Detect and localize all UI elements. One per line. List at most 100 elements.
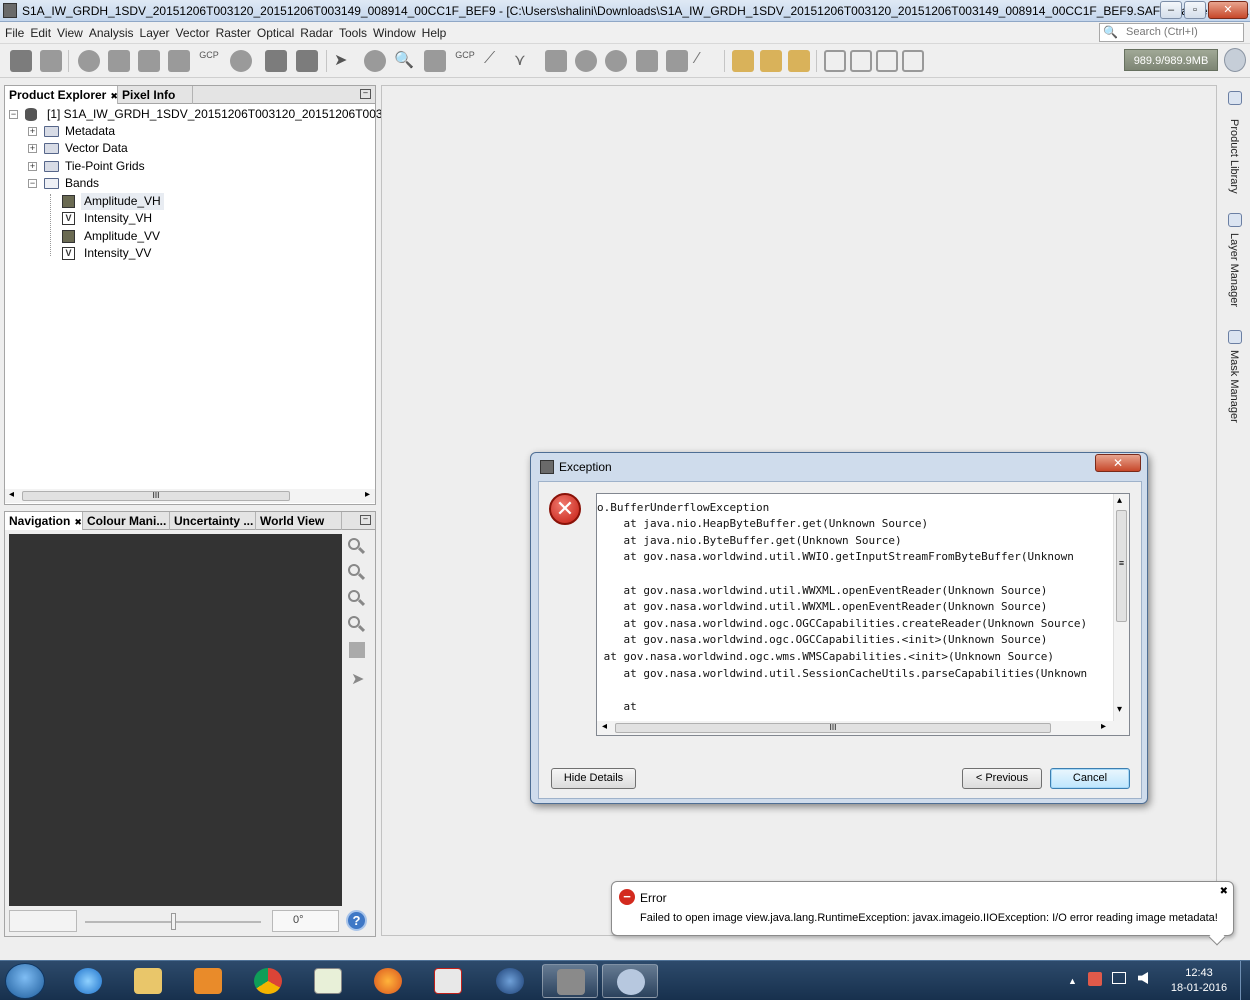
globe-icon[interactable] [1224,48,1246,72]
menu-file[interactable]: File [2,22,27,40]
tab-product-explorer[interactable]: Product Explorer ✖ [5,86,118,104]
pin-manager-icon[interactable] [168,50,190,72]
save-product-icon[interactable] [40,50,62,72]
close-tab-icon[interactable]: ✖ [74,517,82,527]
menu-layer[interactable]: Layer [137,22,173,40]
scroll-up-icon[interactable]: ▴ [1117,495,1122,506]
close-window-button[interactable]: ✕ [1208,1,1248,19]
rotation-input[interactable]: 0° [272,910,339,932]
zoom-out-icon[interactable] [347,563,367,583]
sync-cursor-nav-icon[interactable]: ➤ [351,669,371,689]
tree-item-vector-data[interactable]: Vector Data [65,140,128,157]
vertical-scroll-thumb[interactable]: ≡ [1116,510,1127,622]
taskbar-adobe-reader[interactable] [420,964,476,998]
taskbar-paint[interactable] [602,964,658,998]
tree-item-amplitude-vv[interactable]: Amplitude_VV [84,228,160,245]
rectangle-draw-icon[interactable] [545,50,567,72]
zoom-tool-icon[interactable]: 🔍 [394,50,416,72]
horizontal-scroll-thumb[interactable]: III [615,723,1051,733]
menu-optical[interactable]: Optical [254,22,297,40]
grid-icon[interactable] [138,50,160,72]
zoom-slider-thumb[interactable] [171,913,176,930]
taskbar-google-earth[interactable] [482,964,538,998]
world-map-icon[interactable] [230,50,252,72]
menu-analysis[interactable]: Analysis [86,22,137,40]
scroll-thumb[interactable]: III [22,491,290,501]
show-desktop-button[interactable] [1240,961,1250,1000]
memory-indicator[interactable]: 989.9/989.9MB [1124,49,1218,71]
hide-details-button[interactable]: Hide Details [551,768,636,789]
show-hidden-icons-icon[interactable]: ▲ [1068,976,1077,986]
start-button[interactable] [5,963,45,999]
menu-view[interactable]: View [54,22,86,40]
sync-cursor-all-icon[interactable] [788,50,810,72]
pin-placing-icon[interactable] [424,50,446,72]
expand-vector-data-icon[interactable]: + [28,144,37,153]
select-tool-icon[interactable]: ➤ [334,50,356,72]
tree-item-bands[interactable]: Bands [65,175,99,192]
menu-raster[interactable]: Raster [213,22,254,40]
no-data-icon[interactable] [78,50,100,72]
collapse-bands-icon[interactable]: − [28,179,37,188]
sidebar-tab-mask-manager[interactable]: Mask Manager [1220,330,1250,440]
maximize-button[interactable]: ▫ [1184,1,1206,19]
pan-tool-icon[interactable] [364,50,386,72]
menu-window[interactable]: Window [370,22,419,40]
dialog-close-button[interactable]: ✕ [1095,454,1141,472]
horizontal-scrollbar[interactable]: ◂ III ▸ [5,489,375,503]
taskbar-internet-explorer[interactable] [60,964,116,998]
batch-processing-icon[interactable] [296,50,318,72]
wand-tool-icon[interactable]: ⁄ [696,50,718,72]
band-maths-icon[interactable] [108,50,130,72]
taskbar-task-manager[interactable] [300,964,356,998]
menu-help[interactable]: Help [419,22,450,40]
search-input[interactable]: Search (Ctrl+I) [1099,23,1244,42]
line-draw-icon[interactable]: ⟋ [484,50,506,72]
gcp-manager-icon[interactable]: GCP [198,50,220,72]
tree-item-tie-point-grids[interactable]: Tie-Point Grids [65,158,145,175]
tile-horizontal-icon[interactable] [850,50,872,72]
stack-vertical-scrollbar[interactable]: ▴ ≡ ▾ [1113,494,1129,721]
tree-item-amplitude-vh[interactable]: Amplitude_VH [81,193,164,210]
ellipse-draw-icon[interactable] [605,50,627,72]
taskbar-chrome[interactable] [240,964,296,998]
network-icon[interactable] [1112,972,1126,984]
cancel-button[interactable]: Cancel [1050,768,1130,789]
taskbar-file-explorer[interactable] [120,964,176,998]
menu-radar[interactable]: Radar [297,22,336,40]
sync-views-nav-icon[interactable] [349,642,365,658]
menu-edit[interactable]: Edit [27,22,54,40]
tree-item-product[interactable]: [1] S1A_IW_GRDH_1SDV_20151206T003120_201… [47,106,429,123]
polyline-draw-icon[interactable]: ⋎ [514,50,536,72]
help-icon[interactable]: ? [346,910,367,931]
tab-uncertainty[interactable]: Uncertainty ... [170,512,256,530]
tree-item-intensity-vv[interactable]: Intensity_VV [84,245,151,262]
notification-close-icon[interactable]: ✖ [1220,886,1228,897]
sidebar-tab-product-library[interactable]: Product Library [1220,91,1250,206]
taskbar-snap[interactable] [542,964,598,998]
scroll-left-icon[interactable]: ◂ [602,721,607,732]
tile-evenly-icon[interactable] [824,50,846,72]
graph-builder-icon[interactable] [265,50,287,72]
magic-wand-icon[interactable] [636,50,658,72]
stack-horizontal-scrollbar[interactable]: ◂ III ▸ [597,721,1129,735]
taskbar-media-player[interactable] [180,964,236,998]
polygon-draw-icon[interactable] [575,50,597,72]
gcp-placing-icon[interactable]: GCP [454,50,476,72]
zoom-all-icon[interactable] [347,615,367,635]
tree-item-intensity-vh[interactable]: Intensity_VH [84,210,152,227]
sync-cursor-icon[interactable] [760,50,782,72]
scroll-right-icon[interactable]: ▸ [365,489,370,500]
range-finder-icon[interactable] [666,50,688,72]
scroll-left-icon[interactable]: ◂ [9,489,14,500]
expand-metadata-icon[interactable]: + [28,127,37,136]
taskbar-firefox[interactable] [360,964,416,998]
navigation-canvas[interactable] [9,534,342,906]
tab-colour-manipulation[interactable]: Colour Mani... [83,512,170,530]
previous-button[interactable]: < Previous [962,768,1042,789]
tab-navigation[interactable]: Navigation ✖ [5,512,83,530]
minimize-panel-icon[interactable]: – [360,515,371,525]
zoom-factor-input[interactable] [9,910,77,932]
menu-tools[interactable]: Tools [336,22,370,40]
zoom-in-icon[interactable] [347,537,367,557]
